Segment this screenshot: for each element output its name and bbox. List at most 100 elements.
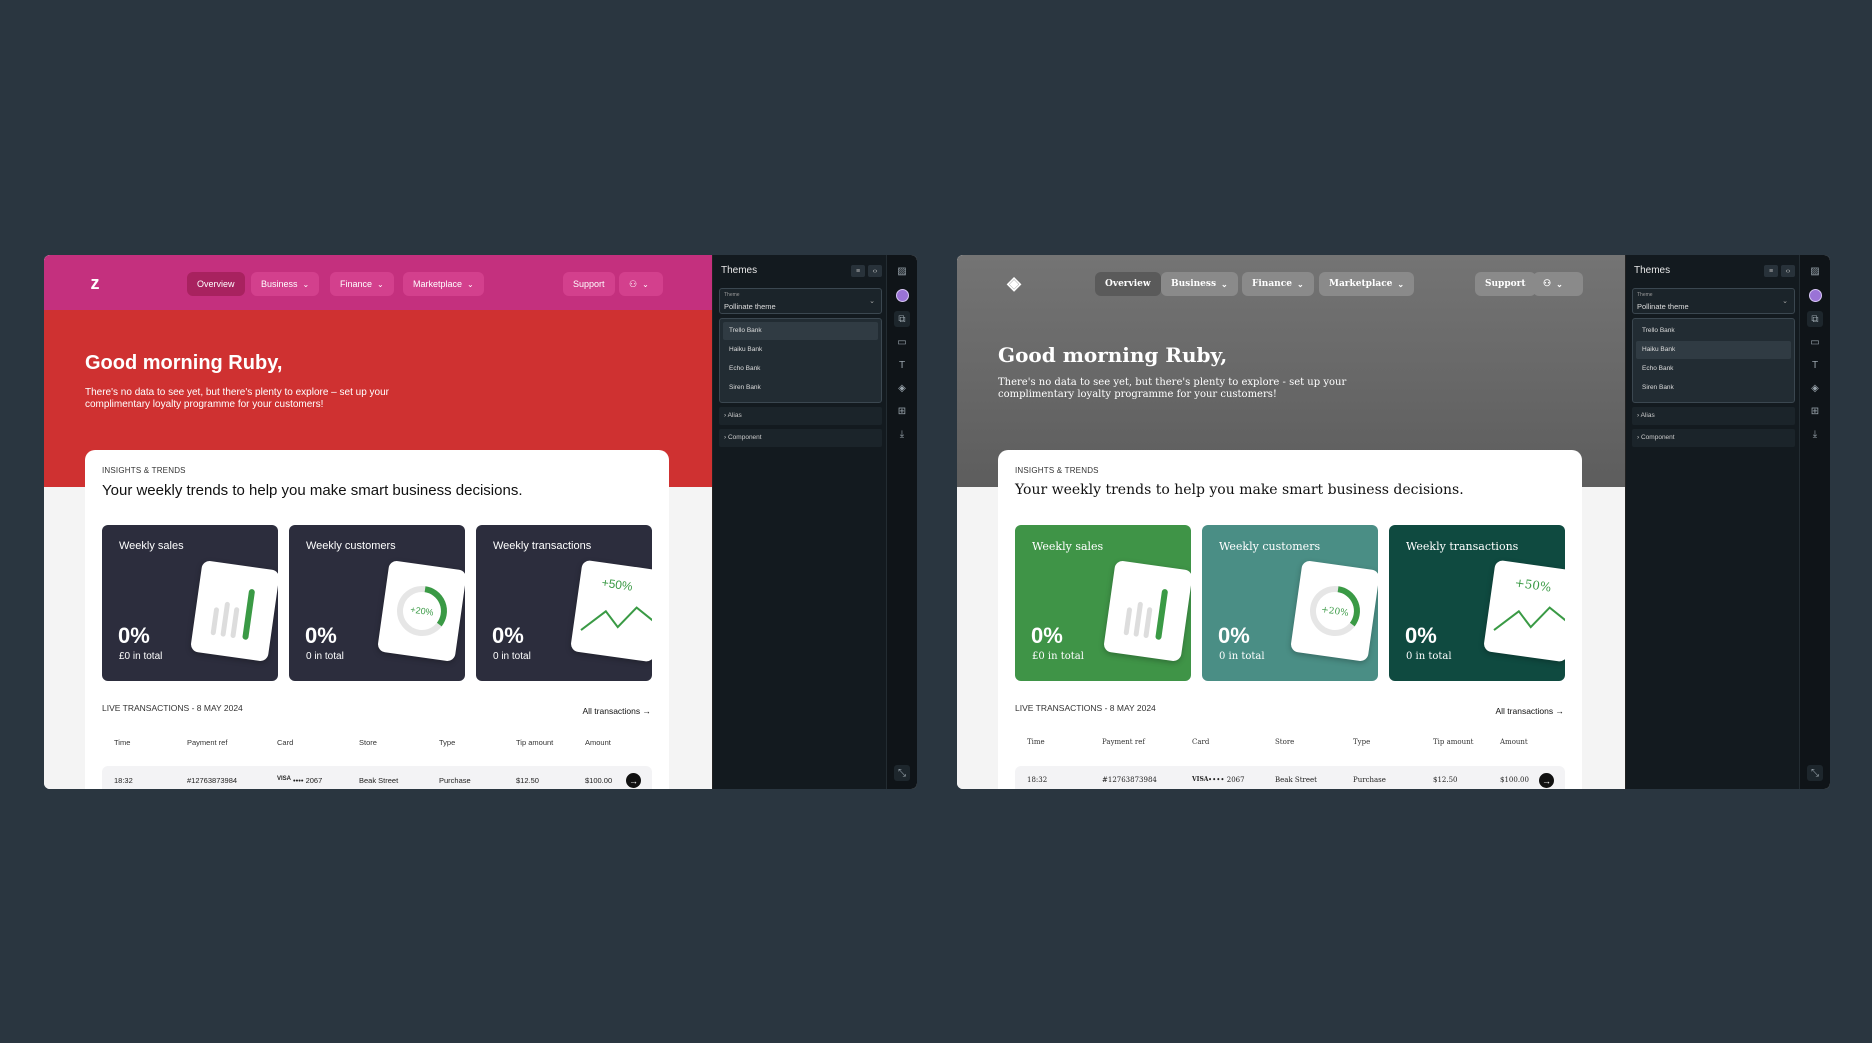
alias-expander[interactable]: › Alias <box>1632 407 1795 425</box>
visa-icon: VISA <box>277 776 292 782</box>
nav-finance[interactable]: Finance ⌄ <box>330 272 394 296</box>
weekly-sales-tile[interactable]: Weekly sales 0% £0 in total <box>1015 525 1191 681</box>
avatar[interactable] <box>896 289 909 302</box>
table-row[interactable]: 18:32 #12763873984 VISA •••• 2067 Beak S… <box>102 766 652 789</box>
theme-option-siren[interactable]: Siren Bank <box>723 379 878 397</box>
theme-option-echo[interactable]: Echo Bank <box>723 360 878 378</box>
greeting: Good morning Ruby, <box>85 352 283 374</box>
row-arrow-button[interactable]: → <box>626 773 641 788</box>
tile-percent: 0% <box>1031 623 1063 648</box>
themes-panel: Themes ≡ ‹› Theme Pollinate theme ⌄ Trel… <box>712 255 886 789</box>
account-menu[interactable]: ⚇ ⌄ <box>1533 272 1583 296</box>
tile-total: 0 in total <box>493 651 531 662</box>
brand-logo[interactable]: z <box>84 272 106 294</box>
tile-percent: 0% <box>1218 623 1250 648</box>
insights-kicker: INSIGHTS & TRENDS <box>102 466 186 475</box>
nav-finance[interactable]: Finance ⌄ <box>1242 272 1314 296</box>
download-icon[interactable]: ⤓ <box>894 426 910 442</box>
theme-option-siren[interactable]: Siren Bank <box>1636 379 1791 397</box>
all-transactions-label: All transactions <box>582 706 641 716</box>
devices-icon[interactable]: ▭ <box>1807 334 1823 350</box>
chevron-down-icon: ⌄ <box>302 279 310 289</box>
pattern-icon[interactable]: ▨ <box>894 263 910 279</box>
alias-label: Alias <box>1640 412 1655 419</box>
theme-select-value: Pollinate theme <box>1637 302 1689 311</box>
nav-marketplace[interactable]: Marketplace ⌄ <box>1319 272 1415 296</box>
copy-icon[interactable]: ⧉ <box>894 311 910 327</box>
theme-dropdown: Trello Bank Haiku Bank Echo Bank Siren B… <box>1632 318 1795 403</box>
theme-option-echo[interactable]: Echo Bank <box>1636 360 1791 378</box>
code-icon[interactable]: ‹› <box>868 265 882 277</box>
download-icon[interactable]: ⤓ <box>1807 426 1823 442</box>
avatar[interactable] <box>1809 289 1822 302</box>
nav-support[interactable]: Support <box>563 272 615 296</box>
nav-business[interactable]: Business ⌄ <box>251 272 320 296</box>
cell-type: Purchase <box>1353 776 1386 784</box>
component-expander[interactable]: › Component <box>1632 429 1795 447</box>
weekly-customers-tile[interactable]: Weekly customers +20% 0% 0 in total <box>289 525 465 681</box>
copy-icon[interactable]: ⧉ <box>1807 311 1823 327</box>
chevron-down-icon: ⌄ <box>1556 279 1563 289</box>
cell-type: Purchase <box>439 776 471 785</box>
cell-card: •••• 2067 <box>1208 776 1245 784</box>
cell-time: 18:32 <box>1027 776 1048 784</box>
nav-support[interactable]: Support <box>1475 272 1536 296</box>
col-tip: Tip amount <box>1433 738 1474 746</box>
theme-option-haiku[interactable]: Haiku Bank <box>1636 341 1791 359</box>
theme-option-trello[interactable]: Trello Bank <box>723 322 878 340</box>
weekly-customers-tile[interactable]: Weekly customers +20% 0% 0 in total <box>1202 525 1378 681</box>
tile-percent: 0% <box>305 623 337 648</box>
all-transactions-link[interactable]: All transactions → <box>582 706 651 716</box>
account-menu[interactable]: ⚇ ⌄ <box>619 272 663 296</box>
text-icon[interactable]: T <box>1807 357 1823 373</box>
nav-business[interactable]: Business ⌄ <box>1161 272 1238 296</box>
devices-icon[interactable]: ▭ <box>894 334 910 350</box>
all-transactions-label: All transactions <box>1495 706 1554 716</box>
col-card: Card <box>1192 738 1210 746</box>
line-chart-icon: +50% <box>570 559 652 663</box>
all-transactions-link[interactable]: All transactions → <box>1495 706 1564 716</box>
list-icon[interactable]: ≡ <box>1764 265 1778 277</box>
component-icon[interactable]: ◈ <box>1807 380 1823 396</box>
row-arrow-button[interactable]: → <box>1539 773 1554 788</box>
donut-chart-icon: +20% <box>1289 560 1378 662</box>
collapse-icon[interactable]: ⤡ <box>1807 765 1823 781</box>
table-row[interactable]: 18:32 #12763873984 VISA •••• 2067 Beak S… <box>1015 766 1565 789</box>
grid-icon[interactable]: ⊞ <box>894 403 910 419</box>
cell-card: •••• 2067 <box>293 776 323 785</box>
nav-overview[interactable]: Overview <box>1095 272 1161 296</box>
nav-marketplace[interactable]: Marketplace ⌄ <box>403 272 484 296</box>
col-amount: Amount <box>1500 738 1528 746</box>
chevron-down-icon: ⌄ <box>467 279 474 289</box>
weekly-sales-tile[interactable]: Weekly sales 0% £0 in total <box>102 525 278 681</box>
col-time: Time <box>1027 738 1045 746</box>
alias-label: Alias <box>727 412 742 419</box>
chevron-right-icon: › <box>1637 412 1640 419</box>
code-icon[interactable]: ‹› <box>1781 265 1795 277</box>
pattern-icon[interactable]: ▨ <box>1807 263 1823 279</box>
tile-percent: 0% <box>118 623 150 648</box>
grid-icon[interactable]: ⊞ <box>1807 403 1823 419</box>
weekly-transactions-tile[interactable]: Weekly transactions +50% 0% 0 in total <box>1389 525 1565 681</box>
list-icon[interactable]: ≡ <box>851 265 865 277</box>
text-icon[interactable]: T <box>894 357 910 373</box>
brand-logo[interactable]: ◈ <box>1003 272 1025 294</box>
theme-select[interactable]: Theme Pollinate theme ⌄ <box>719 288 882 314</box>
nav-overview-label: Overview <box>197 279 235 289</box>
nav-overview[interactable]: Overview <box>187 272 245 296</box>
col-card: Card <box>277 738 294 747</box>
theme-option-trello[interactable]: Trello Bank <box>1636 322 1791 340</box>
table-header: Time Payment ref Card Store Type Tip amo… <box>102 738 652 750</box>
component-expander[interactable]: › Component <box>719 429 882 447</box>
cell-payment-ref: #12763873984 <box>187 776 238 785</box>
component-icon[interactable]: ◈ <box>894 380 910 396</box>
collapse-icon[interactable]: ⤡ <box>894 765 910 781</box>
col-tip: Tip amount <box>516 738 554 747</box>
alias-expander[interactable]: › Alias <box>719 407 882 425</box>
theme-select[interactable]: Theme Pollinate theme ⌄ <box>1632 288 1795 314</box>
cell-payment-ref: #12763873984 <box>1102 776 1157 784</box>
theme-option-haiku[interactable]: Haiku Bank <box>723 341 878 359</box>
weekly-transactions-tile[interactable]: Weekly transactions +50% 0% 0 in total <box>476 525 652 681</box>
cell-amount: $100.00 <box>585 776 613 785</box>
tile-badge: +50% <box>1514 576 1552 595</box>
